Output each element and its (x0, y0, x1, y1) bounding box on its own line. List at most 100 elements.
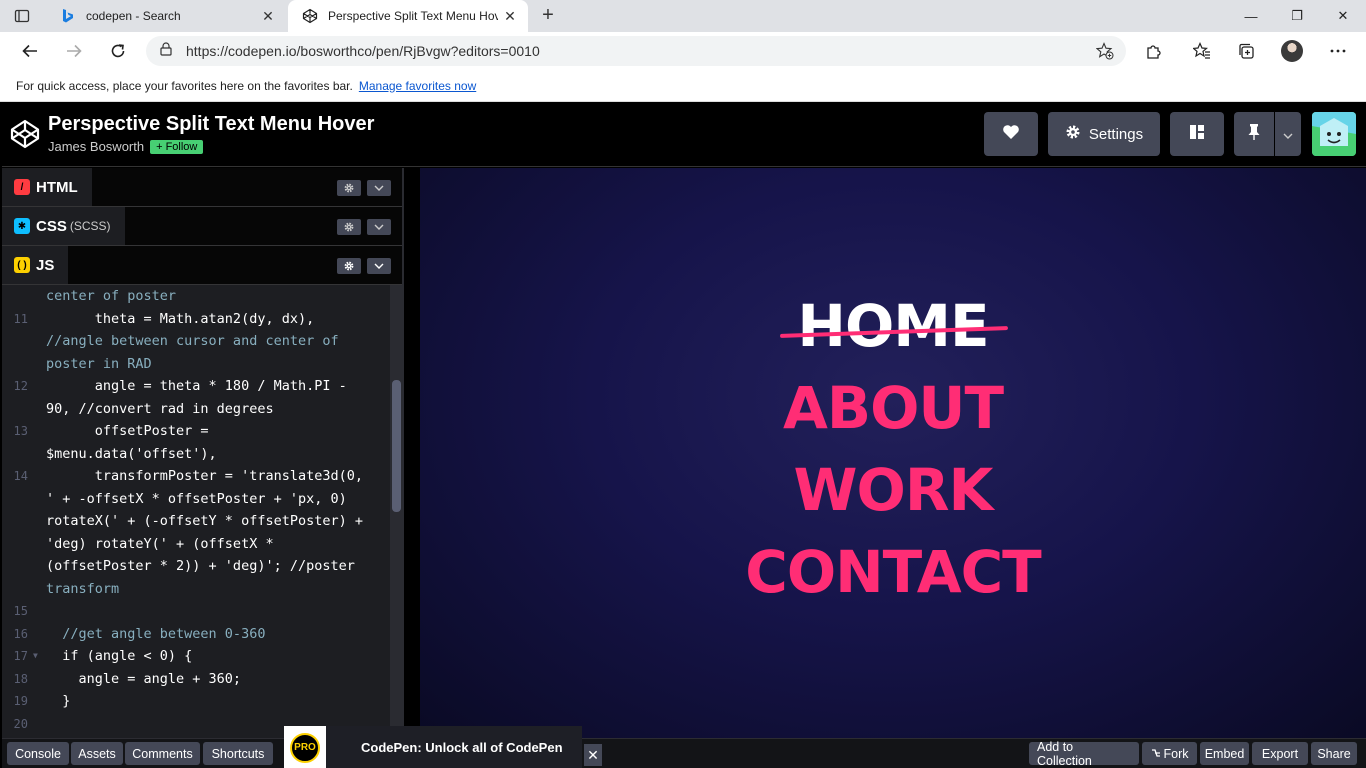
css-editor-header[interactable]: ✱ CSS (SCSS) (2, 207, 402, 246)
browser-tab-search[interactable]: codepen - Search ✕ (46, 0, 286, 32)
menu-item-contact[interactable]: CONTACT (420, 538, 1366, 606)
promo-text: CodePen: Unlock all of CodePen (361, 740, 563, 755)
address-bar[interactable]: https://codepen.io/bosworthco/pen/RjBvgw… (146, 36, 1126, 66)
share-button[interactable]: Share (1311, 742, 1357, 765)
profile-avatar[interactable] (1278, 38, 1306, 64)
more-menu-icon[interactable] (1324, 38, 1352, 64)
url-text: https://codepen.io/bosworthco/pen/RjBvgw… (186, 43, 540, 59)
line-number: 17 (13, 649, 28, 663)
code-line: 17 ▼ if (angle < 0) { (2, 645, 390, 668)
console-button[interactable]: Console (7, 742, 69, 765)
code-text: transformPoster = 'translate3d(0, (46, 468, 363, 484)
code-line: (offsetPoster * 2)) + 'deg)'; //poster (2, 555, 390, 578)
tab-js[interactable]: ( ) JS (2, 246, 69, 284)
browser-tab-codepen[interactable]: Perspective Split Text Menu Hove ✕ (288, 0, 528, 32)
tab-title: codepen - Search (86, 9, 181, 23)
heart-button[interactable] (984, 112, 1038, 156)
code-text: $menu.data('offset'), (46, 445, 217, 462)
menu-item-home[interactable]: HOME (420, 292, 1366, 360)
refresh-icon[interactable] (104, 38, 132, 64)
settings-button[interactable]: Settings (1048, 112, 1160, 156)
code-text: angle = angle + 360; (46, 670, 242, 687)
shortcuts-button[interactable]: Shortcuts (203, 742, 273, 765)
embed-button[interactable]: Embed (1200, 742, 1249, 765)
codepen-favicon-icon (302, 8, 318, 24)
js-code-editor[interactable]: center of poster 11 theta = Math.atan2(dy… (2, 285, 390, 738)
html-badge-icon: / (14, 179, 30, 195)
tab-css[interactable]: ✱ CSS (SCSS) (2, 207, 125, 245)
layout-icon (1188, 123, 1206, 145)
tab-title: Perspective Split Text Menu Hove (328, 9, 498, 23)
export-button[interactable]: Export (1252, 742, 1308, 765)
html-settings-icon[interactable] (337, 180, 361, 196)
close-promo-icon[interactable]: ✕ (584, 744, 602, 766)
fork-button[interactable]: Fork (1142, 742, 1197, 765)
author-name[interactable]: James Bosworth (48, 139, 144, 154)
extensions-icon[interactable] (1140, 38, 1168, 64)
code-text: } (46, 693, 71, 709)
pin-dropdown-button[interactable] (1275, 112, 1301, 156)
js-label: JS (36, 256, 55, 274)
fold-arrow-icon[interactable]: ▼ (33, 645, 38, 668)
line-number: 19 (13, 694, 28, 708)
code-text: //angle between cursor and center of (46, 333, 339, 349)
restore-icon[interactable]: ❐ (1274, 0, 1320, 32)
code-line: 12 angle = theta * 180 / Math.PI - (2, 375, 390, 398)
menu: HOME ABOUT WORK CONTACT (420, 168, 1366, 738)
pen-title[interactable]: Perspective Split Text Menu Hover (48, 113, 374, 136)
menu-item-about[interactable]: ABOUT (420, 374, 1366, 442)
gear-icon (1065, 124, 1081, 144)
line-number: 18 (13, 671, 28, 686)
favbar-text: For quick access, place your favorites h… (16, 78, 353, 93)
pin-button[interactable] (1234, 112, 1274, 156)
code-line: 'deg) rotateY(' + (offsetX * (2, 533, 390, 556)
pro-promo-banner[interactable]: PRO CodePen: Unlock all of CodePen (284, 726, 582, 768)
close-tab-icon[interactable]: ✕ (256, 8, 280, 25)
html-editor-header[interactable]: / HTML (2, 168, 402, 207)
comments-button[interactable]: Comments (125, 742, 200, 765)
bing-icon (60, 8, 76, 24)
change-view-button[interactable] (1170, 112, 1224, 156)
settings-label: Settings (1088, 125, 1144, 143)
code-text: offsetPoster = (46, 423, 209, 439)
js-editor-header[interactable]: ( ) JS (2, 246, 402, 285)
user-avatar[interactable] (1312, 112, 1356, 156)
editor-scrollbar[interactable] (392, 380, 401, 512)
codepen-logo-icon[interactable] (10, 119, 40, 154)
follow-button[interactable]: + Follow (150, 139, 204, 154)
menu-item-work[interactable]: WORK (420, 456, 1366, 524)
css-settings-icon[interactable] (337, 219, 361, 235)
code-text: transform (46, 580, 120, 597)
preview-pane[interactable]: HOME ABOUT WORK CONTACT (420, 168, 1366, 738)
js-settings-icon[interactable] (337, 258, 361, 274)
code-line: center of poster (2, 285, 390, 308)
close-window-icon[interactable]: ✕ (1320, 0, 1366, 32)
css-collapse-icon[interactable] (367, 219, 391, 235)
close-tab-icon[interactable]: ✕ (498, 8, 522, 25)
window-controls: — ❐ ✕ (1228, 0, 1366, 32)
tab-actions-icon[interactable] (14, 8, 30, 24)
new-tab-icon[interactable]: + (536, 4, 560, 28)
lock-icon (160, 41, 172, 61)
forward-icon[interactable] (60, 38, 88, 64)
add-favorite-icon[interactable] (1095, 42, 1114, 65)
html-collapse-icon[interactable] (367, 180, 391, 196)
manage-favorites-link[interactable]: Manage favorites now (359, 79, 476, 93)
assets-button[interactable]: Assets (71, 742, 123, 765)
heart-icon (1002, 124, 1020, 144)
add-to-collection-button[interactable]: Add to Collection (1029, 740, 1139, 768)
minimize-icon[interactable]: — (1228, 0, 1274, 32)
pro-badge-icon: PRO (284, 726, 326, 768)
css-badge-icon: ✱ (14, 218, 30, 234)
favorites-icon[interactable] (1188, 38, 1216, 64)
code-text: angle = theta * 180 / Math.PI - (46, 378, 347, 394)
collections-icon[interactable] (1232, 38, 1260, 64)
pin-icon (1247, 123, 1261, 145)
back-icon[interactable] (16, 38, 44, 64)
address-toolbar: https://codepen.io/bosworthco/pen/RjBvgw… (0, 32, 1366, 70)
js-collapse-icon[interactable] (367, 258, 391, 274)
line-number: 16 (13, 626, 28, 641)
tab-html[interactable]: / HTML (2, 168, 92, 206)
favorites-bar: For quick access, place your favorites h… (0, 70, 1366, 102)
js-badge-icon: ( ) (14, 257, 30, 273)
